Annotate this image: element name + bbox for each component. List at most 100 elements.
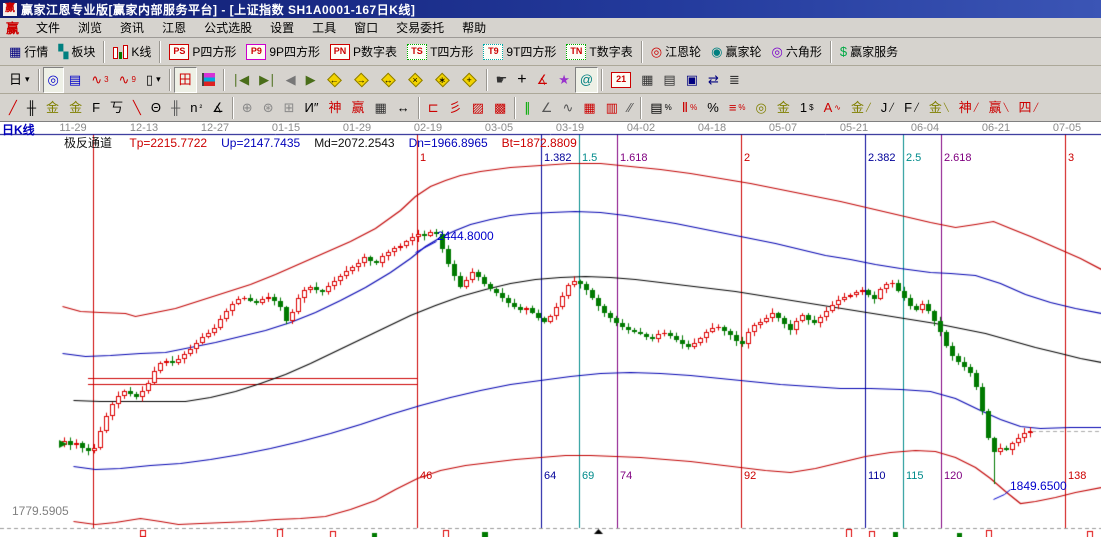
winner-wheel-button[interactable]: ◉赢家轮 xyxy=(706,39,766,65)
stats-percent-tool[interactable]: ▤% xyxy=(645,95,676,121)
gann-grid-tool[interactable]: ╫ xyxy=(22,95,41,121)
gann-web-tool[interactable]: ⊛ xyxy=(258,95,279,121)
wave3-button[interactable]: ∿3 xyxy=(86,67,113,93)
p-square-button[interactable]: PSP四方形 xyxy=(164,39,241,65)
menu-item-2[interactable]: 资讯 xyxy=(111,17,153,38)
trend-angle-tool[interactable]: ∠ xyxy=(536,95,558,121)
menu-item-7[interactable]: 窗口 xyxy=(345,17,387,38)
hand-tool-button[interactable]: ☛ xyxy=(491,67,513,93)
crosshair-button[interactable]: + xyxy=(512,67,531,93)
diamond-star-button[interactable]: ∗ xyxy=(429,67,456,93)
menu-item-9[interactable]: 帮助 xyxy=(453,17,495,38)
period-day-dropdown[interactable]: 日▾ xyxy=(4,67,35,93)
gann-fan-center-tool[interactable]: ⊕ xyxy=(237,95,258,121)
fibonacci-grid-tool[interactable]: F xyxy=(87,95,105,121)
winner-service-button[interactable]: $赢家服务 xyxy=(835,39,903,65)
save-button[interactable]: ▣ xyxy=(681,67,703,93)
last-bar-button[interactable]: ▶∣ xyxy=(254,67,281,93)
draw-line-tool[interactable]: ╱ xyxy=(4,95,22,121)
golden-grid-tool-2[interactable]: 金 xyxy=(64,95,87,121)
grid-overlay-toggle[interactable]: 田 xyxy=(174,67,197,93)
menu-item-0[interactable]: 文件 xyxy=(27,17,69,38)
info-panel-button[interactable]: ▤ xyxy=(64,67,86,93)
price-grid-tool[interactable]: ╫ xyxy=(166,95,185,121)
sectors-button[interactable]: ▚板块 xyxy=(53,39,100,65)
brain-tool-button[interactable]: @ xyxy=(575,67,598,93)
four-angle-tool[interactable]: 四╱ xyxy=(1013,95,1043,121)
p-number-table-button[interactable]: PNP数字表 xyxy=(325,39,402,65)
next-bar-button[interactable]: ▶ xyxy=(301,67,321,93)
slash-lines-tool[interactable]: ∕∕ xyxy=(623,95,637,121)
kline-button[interactable]: K线 xyxy=(108,39,156,65)
spiral-grid-tool[interactable]: 丂 xyxy=(105,95,128,121)
parallel-lines-tool[interactable]: ∥ xyxy=(519,95,536,121)
diamond-right-button[interactable]: → xyxy=(348,67,375,93)
f-angle-tool[interactable]: F╱ xyxy=(899,95,924,121)
h-measure-tool[interactable]: ↔ xyxy=(392,95,415,121)
t9-square-button[interactable]: T99T四方形 xyxy=(478,39,561,65)
sync-button[interactable]: ≣ xyxy=(724,67,745,93)
menu-item-1[interactable]: 浏览 xyxy=(69,17,111,38)
menu-item-4[interactable]: 公式选股 xyxy=(195,17,261,38)
shen-tool[interactable]: 神 xyxy=(323,95,346,121)
icon-sub-glyph: % xyxy=(738,103,745,112)
t-square-button[interactable]: TST四方形 xyxy=(402,39,478,65)
shaded-box-tool[interactable]: ▨ xyxy=(467,95,489,121)
gann-net-toggle[interactable]: ◎ xyxy=(43,67,64,93)
menu-item-8[interactable]: 交易委托 xyxy=(387,17,453,38)
golden-grid-tool-1[interactable]: 金 xyxy=(41,95,64,121)
calculator-button[interactable]: ▦ xyxy=(636,67,658,93)
price-tag-tool[interactable]: 1$ xyxy=(795,95,819,121)
speed-lines-tool[interactable]: 彡 xyxy=(444,95,467,121)
first-bar-button[interactable]: ∣◀ xyxy=(228,67,255,93)
p9-square-button[interactable]: P99P四方形 xyxy=(241,39,325,65)
percent-tool[interactable]: % xyxy=(702,95,724,121)
j-angle-tool[interactable]: J╱ xyxy=(876,95,899,121)
golden-circle-tool[interactable]: ◎ xyxy=(751,95,772,121)
time-cycle-tool[interactable]: Θ xyxy=(146,95,166,121)
wave-marker-tool[interactable]: И″ xyxy=(300,95,324,121)
diamond-both-button[interactable]: ↔ xyxy=(375,67,402,93)
diamond-add-button[interactable]: + xyxy=(456,67,483,93)
red-bracket-tool[interactable]: ⊏ xyxy=(423,95,444,121)
magic-tool-button[interactable]: ★ xyxy=(553,67,575,93)
golden-bar-tool[interactable]: 金 xyxy=(772,95,795,121)
wave9-button[interactable]: ∿9 xyxy=(114,67,141,93)
prev-bar-button[interactable]: ◀ xyxy=(281,67,301,93)
wave-a-tool[interactable]: A∿ xyxy=(819,95,846,121)
levels-percent-tool[interactable]: ≡% xyxy=(724,95,751,121)
gann-box-tool[interactable]: ⊞ xyxy=(279,95,300,121)
brush-tool[interactable]: ╲ xyxy=(128,95,146,121)
angle-measure-tool[interactable]: ∡ xyxy=(207,95,229,121)
menu-item-6[interactable]: 工具 xyxy=(303,17,345,38)
gann-wheel-button[interactable]: ◎江恩轮 xyxy=(646,39,706,65)
dense-box-tool[interactable]: ▩ xyxy=(489,95,511,121)
hexagon-button[interactable]: ◎六角形 xyxy=(766,39,826,65)
golden-angle-tool-2[interactable]: 金╲ xyxy=(924,95,954,121)
export-button[interactable]: ⇄ xyxy=(703,67,724,93)
number-table-tool[interactable]: ▦ xyxy=(369,95,391,121)
toolbar-separator xyxy=(223,69,225,91)
wave-tool[interactable]: ∿ xyxy=(557,95,578,121)
flag-marker-button[interactable] xyxy=(197,67,220,93)
square-number-tool[interactable]: n² xyxy=(185,95,207,121)
dual-percent-tool[interactable]: Ⅱ% xyxy=(677,95,703,121)
menu-item-5[interactable]: 设置 xyxy=(261,17,303,38)
win-tool[interactable]: 赢 xyxy=(346,95,369,121)
notes-button[interactable]: ▤ xyxy=(658,67,680,93)
diamond-delete-button[interactable]: × xyxy=(402,67,429,93)
menu-item-3[interactable]: 江恩 xyxy=(153,17,195,38)
quotes-button[interactable]: ▦行情 xyxy=(4,39,53,65)
fibonacci-grid-tool-icon: F xyxy=(92,101,100,114)
diamond-left-button[interactable]: ← xyxy=(321,67,348,93)
red-grid-tool-2[interactable]: ▥ xyxy=(601,95,623,121)
calendar-button[interactable]: 21 xyxy=(606,67,636,93)
win-angle-tool[interactable]: 赢╲ xyxy=(984,95,1014,121)
shen-angle-tool[interactable]: 神╱ xyxy=(954,95,984,121)
angle-a-button[interactable]: ∡ xyxy=(532,67,554,93)
candle-style-dropdown[interactable]: ▯▾ xyxy=(141,67,166,93)
price-grid-tool-icon: ╫ xyxy=(171,101,180,114)
golden-angle-tool[interactable]: 金╱ xyxy=(846,95,876,121)
red-grid-tool-1[interactable]: ▦ xyxy=(578,95,600,121)
t-number-table-button[interactable]: TNT数字表 xyxy=(561,39,637,65)
